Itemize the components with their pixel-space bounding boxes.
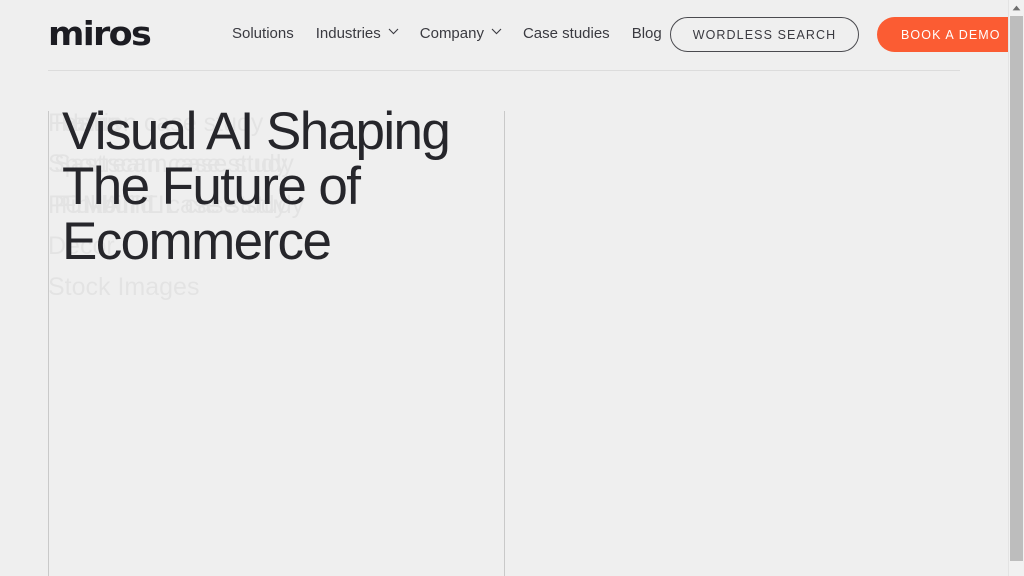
hero-heading-line-2: The Future of (62, 157, 361, 216)
wordless-search-button[interactable]: WORDLESS SEARCH (670, 17, 859, 52)
vertical-scrollbar[interactable] (1008, 0, 1024, 576)
main-navigation: Solutions Industries Company Case studie… (232, 24, 662, 44)
nav-label-case-studies: Case studies (522, 25, 610, 42)
scroll-thumb[interactable] (1010, 16, 1023, 561)
hero-vertical-rule-left (48, 111, 49, 576)
hero-heading-line-1: Visual AI Shaping (62, 102, 451, 161)
miros-logo[interactable]: miros (48, 16, 152, 52)
nav-item-case-studies[interactable]: Case studies (523, 24, 610, 44)
page-viewport: miros Solutions Industries Company Case … (0, 0, 1008, 576)
nav-item-blog[interactable]: Blog (632, 24, 662, 44)
nav-label-solutions: Solutions (232, 25, 294, 42)
chevron-down-icon (388, 28, 399, 38)
nav-item-solutions[interactable]: Solutions (232, 24, 294, 44)
nav-label-blog: Blog (631, 25, 662, 42)
hero-section: Fashion case study Ramu Haus Sportscam c… (0, 70, 1008, 576)
ghost-item-primary: Stock Images (48, 267, 199, 308)
site-header: miros Solutions Industries Company Case … (0, 0, 1008, 71)
hero-heading-line-3: Ecommerce (62, 212, 332, 271)
chevron-down-icon (491, 28, 502, 38)
scroll-up-arrow-icon[interactable] (1009, 0, 1024, 16)
nav-item-industries[interactable]: Industries (315, 24, 399, 44)
book-a-demo-button[interactable]: BOOK A DEMO (877, 17, 1008, 52)
nav-item-company[interactable]: Company (419, 24, 502, 44)
nav-label-industries: Industries (315, 25, 381, 42)
nav-label-company: Company (419, 25, 484, 42)
page-title: Visual AI Shaping The Future of Ecommerc… (62, 104, 522, 269)
ghost-list-item: Stock Images (48, 267, 508, 308)
